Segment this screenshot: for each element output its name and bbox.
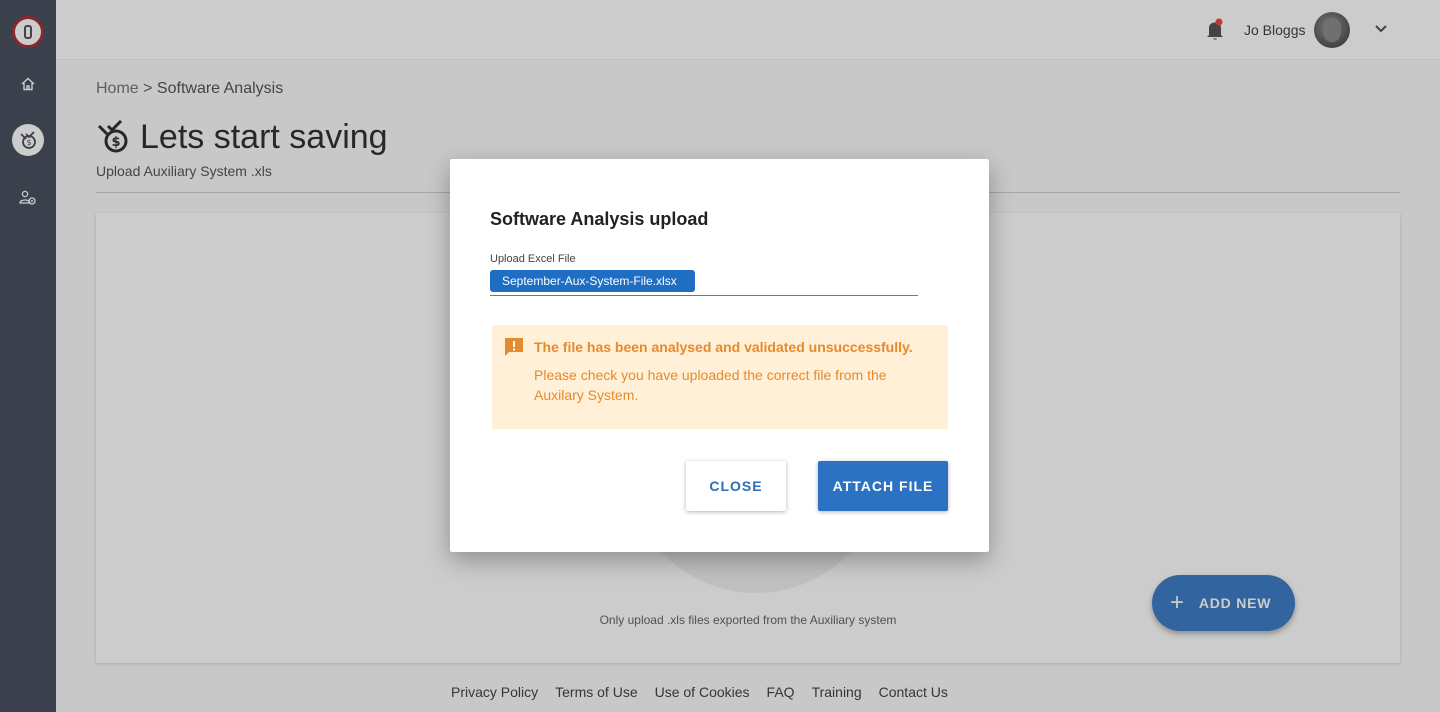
upload-dialog: Software Analysis upload Upload Excel Fi… (450, 159, 989, 552)
alert-body: Please check you have uploaded the corre… (534, 367, 887, 403)
close-button[interactable]: CLOSE (686, 461, 786, 511)
warning-icon (504, 337, 524, 357)
alert-title: The file has been analysed and validated… (534, 339, 913, 355)
attach-file-button[interactable]: ATTACH FILE (818, 461, 948, 511)
dialog-title: Software Analysis upload (490, 209, 709, 229)
upload-field-underline[interactable] (490, 295, 918, 296)
upload-field-label: Upload Excel File (490, 253, 576, 265)
file-chip[interactable]: September-Aux-System-File.xlsx (490, 270, 695, 292)
warning-alert: The file has been analysed and validated… (492, 325, 948, 429)
